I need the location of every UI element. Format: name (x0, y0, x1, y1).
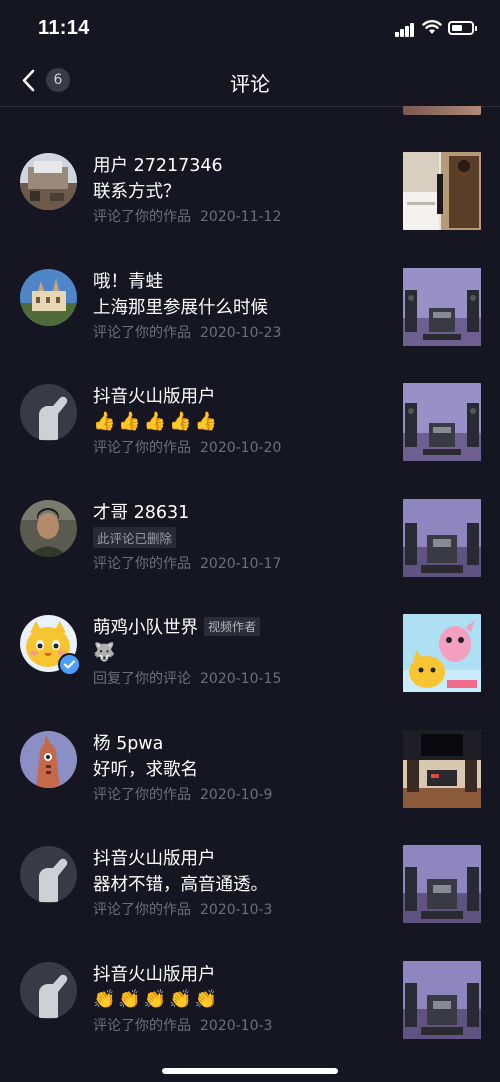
date-text: 2020-10-3 (200, 1017, 273, 1034)
comment-text: 好听，求歌名 (93, 759, 198, 780)
battery-icon (448, 21, 477, 35)
comment-emojis: 👏 👏 👏 👏 👏 (93, 989, 217, 1011)
avatar[interactable] (20, 268, 77, 326)
thumbs-up-icon: 👍 (143, 411, 167, 432)
avatar[interactable] (20, 961, 77, 1019)
cellular-signal-icon (395, 23, 415, 37)
user-name[interactable]: 抖音火山版用户 (93, 845, 216, 870)
comment-emojis: 👍 👍 👍 👍 👍 (93, 411, 217, 433)
clapping-hands-icon: 👏 (169, 988, 192, 1010)
avatar[interactable] (20, 384, 77, 441)
date-text: 2020-10-9 (200, 786, 273, 803)
comment-meta: 评论了你的作品 2020-10-20 (93, 437, 281, 457)
home-indicator[interactable] (162, 1068, 338, 1074)
nav-bar: 6 评论 (0, 56, 500, 107)
video-thumbnail[interactable] (403, 498, 481, 577)
clapping-hands-icon: 👏 (118, 988, 141, 1010)
list-item[interactable]: 用户 27217346 联系方式？ 评论了你的作品 2020-11-12 (0, 116, 500, 232)
list-item[interactable]: 萌鸡小队世界 视频作者 🐺 回复了你的评论 2020-10-15 (0, 578, 500, 694)
comment-text: 上海那里参展什么时候 (93, 297, 268, 318)
comment-meta: 评论了你的作品 2020-11-12 (93, 206, 281, 226)
user-name[interactable]: 抖音火山版用户 (93, 961, 216, 986)
comment-meta: 评论了你的作品 2020-10-17 (93, 553, 281, 573)
list-item[interactable]: 才哥 28631 此评论已删除 评论了你的作品 2020-10-17 (0, 463, 500, 579)
user-name-text[interactable]: 萌鸡小队世界 (93, 618, 198, 638)
comment-meta: 评论了你的作品 2020-10-3 (93, 899, 272, 919)
list-item[interactable]: 杨 5pwa 好听，求歌名 评论了你的作品 2020-10-9 (0, 694, 500, 810)
comment-meta: 评论了你的作品 2020-10-3 (93, 1015, 272, 1035)
user-name[interactable]: 抖音火山版用户 (93, 383, 216, 408)
avatar[interactable] (20, 153, 77, 210)
action-text: 回复了你的评论 (93, 671, 191, 687)
video-thumbnail[interactable] (403, 267, 481, 346)
action-text: 评论了你的作品 (93, 440, 191, 456)
date-text: 2020-10-3 (200, 902, 273, 918)
thumbs-up-icon: 👍 (169, 411, 192, 432)
clapping-hands-icon: 👏 (194, 988, 218, 1010)
video-thumbnail-partial[interactable] (403, 106, 481, 115)
video-thumbnail[interactable] (403, 845, 481, 923)
status-time: 11:14 (38, 17, 90, 39)
action-text: 评论了你的作品 (93, 1017, 191, 1034)
page-title: 评论 (230, 72, 270, 96)
status-bar: 11:14 (0, 0, 500, 56)
comment-text: 联系方式？ (93, 182, 181, 202)
list-item[interactable]: 抖音火山版用户 👍 👍 👍 👍 👍 评论了你的作品 2020-10-20 (0, 347, 500, 463)
date-text: 2020-10-15 (200, 671, 282, 687)
user-name[interactable]: 用户 27217346 (93, 152, 223, 177)
video-thumbnail[interactable] (403, 960, 481, 1039)
comment-text: 器材不错，高音通透。 (93, 875, 268, 895)
verified-badge-icon (58, 653, 81, 676)
list-item[interactable]: 哦！青蛙 上海那里参展什么时候 评论了你的作品 2020-10-23 (0, 232, 500, 348)
user-name[interactable]: 萌鸡小队世界 视频作者 (93, 614, 261, 639)
avatar[interactable] (20, 846, 77, 903)
video-thumbnail[interactable] (403, 729, 481, 808)
date-text: 2020-10-23 (200, 324, 282, 341)
action-text: 评论了你的作品 (93, 324, 191, 341)
wolf-face-icon: 🐺 (93, 642, 116, 663)
date-text: 2020-10-20 (200, 440, 282, 456)
action-text: 评论了你的作品 (93, 209, 191, 225)
comment-meta: 回复了你的评论 2020-10-15 (93, 668, 281, 688)
video-thumbnail[interactable] (403, 152, 481, 230)
clapping-hands-icon: 👏 (143, 988, 167, 1010)
clapping-hands-icon: 👏 (93, 988, 116, 1010)
action-text: 评论了你的作品 (93, 786, 191, 803)
date-text: 2020-10-17 (200, 555, 282, 572)
list-item[interactable]: 抖音火山版用户 👏 👏 👏 👏 👏 评论了你的作品 2020-10-3 (0, 925, 500, 1041)
comment-meta: 评论了你的作品 2020-10-9 (93, 784, 272, 804)
notification-list: 用户 27217346 联系方式？ 评论了你的作品 2020-11-12 哦！青… (0, 116, 500, 1040)
author-tag: 视频作者 (204, 617, 261, 636)
action-text: 评论了你的作品 (93, 902, 191, 918)
user-name[interactable]: 哦！青蛙 (93, 268, 163, 293)
thumbs-up-icon: 👍 (118, 411, 141, 432)
user-name[interactable]: 才哥 28631 (93, 499, 189, 524)
video-thumbnail[interactable] (403, 614, 481, 692)
thumbs-up-icon: 👍 (93, 411, 116, 432)
user-name[interactable]: 杨 5pwa (93, 730, 163, 755)
avatar[interactable] (20, 499, 77, 557)
avatar[interactable] (20, 730, 77, 788)
deleted-comment-label: 此评论已删除 (93, 526, 177, 548)
wifi-icon (422, 19, 442, 37)
list-item[interactable]: 抖音火山版用户 器材不错，高音通透。 评论了你的作品 2020-10-3 (0, 809, 500, 925)
date-text: 2020-11-12 (200, 209, 282, 225)
thumbs-up-icon: 👍 (194, 411, 218, 432)
action-text: 评论了你的作品 (93, 555, 191, 572)
comment-emojis: 🐺 (93, 642, 115, 664)
video-thumbnail[interactable] (403, 383, 481, 461)
comment-meta: 评论了你的作品 2020-10-23 (93, 322, 281, 342)
